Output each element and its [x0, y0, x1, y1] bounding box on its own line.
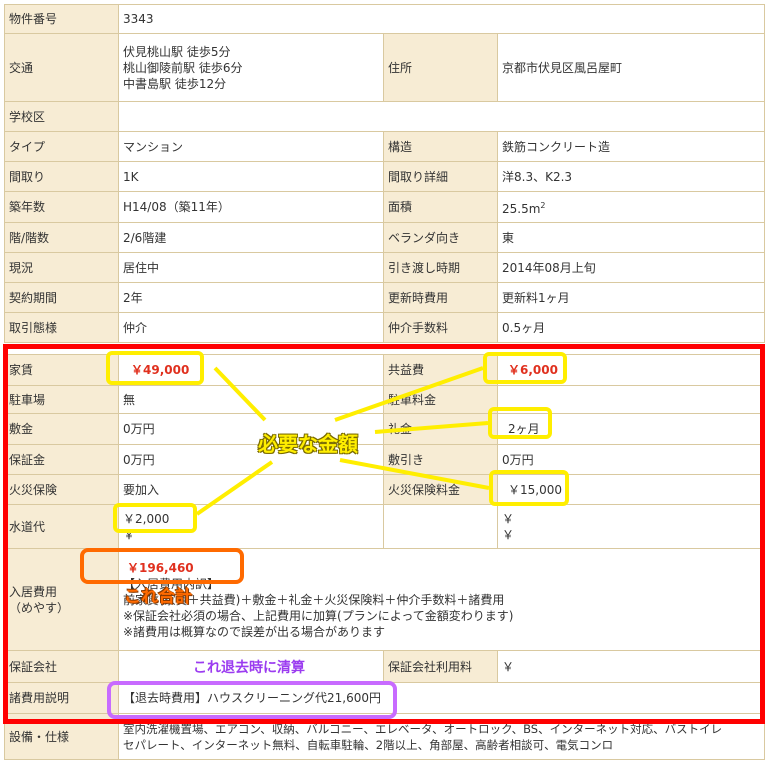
- annotation-total: これ合計: [124, 587, 192, 607]
- value-chiku: H14/08（築11年）: [118, 191, 384, 223]
- label-area: 面積: [383, 191, 498, 223]
- label-genkyo: 現況: [4, 252, 119, 283]
- value-madori-detail: 洋8.3、K2.3: [496, 161, 766, 192]
- label-commission: 仲介手数料: [383, 312, 498, 343]
- value-kotsu: 伏見桃山駅 徒歩5分 桃山御陵前駅 徒歩6分 中書島駅 徒歩12分: [118, 33, 384, 102]
- value-area: 25.5m2: [496, 191, 766, 223]
- row-torihiki: 取引態様 仲介 仲介手数料 0.5ヶ月: [4, 312, 766, 343]
- value-genkyo: 居住中: [118, 252, 384, 283]
- row-kai: 階/階数 2/6階建 ベランダ向き 東: [4, 222, 766, 253]
- setsubi-line-2: セパレート、インターネット無料、自転車駐輪、2階以上、角部屋、高齢者相談可、電気…: [123, 737, 614, 752]
- row-madori: 間取り 1K 間取り詳細 洋8.3、K2.3: [4, 161, 766, 192]
- row-type: タイプ マンション 構造 鉄筋コンクリート造: [4, 131, 766, 162]
- value-handover: 2014年08月上旬: [496, 252, 766, 283]
- value-madori: 1K: [118, 161, 384, 192]
- row-bukken: 物件番号 3343: [4, 4, 766, 34]
- row-genkyo: 現況 居住中 引き渡し時期 2014年08月上旬: [4, 252, 766, 283]
- row-kotsu: 交通 伏見桃山駅 徒歩5分 桃山御陵前駅 徒歩6分 中書島駅 徒歩12分 住所 …: [4, 33, 766, 102]
- label-madori-detail: 間取り詳細: [383, 161, 498, 192]
- label-structure: 構造: [383, 131, 498, 162]
- annotation-move-out: これ退去時に清算: [193, 660, 305, 676]
- row-keiyaku: 契約期間 2年 更新時費用 更新料1ヶ月: [4, 282, 766, 313]
- value-structure: 鉄筋コンクリート造: [496, 131, 766, 162]
- page: 物件番号 3343 交通 伏見桃山駅 徒歩5分 桃山御陵前駅 徒歩6分 中書島駅…: [0, 0, 767, 766]
- row-gakku: 学校区: [4, 101, 766, 132]
- label-renewal: 更新時費用: [383, 282, 498, 313]
- common-fee-highlight: [483, 352, 567, 384]
- label-veranda: ベランダ向き: [383, 222, 498, 253]
- money-section-highlight: [3, 344, 765, 724]
- value-commission: 0.5ヶ月: [496, 312, 766, 343]
- area-unit-sup: 2: [540, 200, 546, 210]
- rent-highlight: [106, 351, 204, 385]
- value-renewal: 更新料1ヶ月: [496, 282, 766, 313]
- value-keiyaku: 2年: [118, 282, 384, 313]
- station-line-1: 伏見桃山駅 徒歩5分: [123, 44, 231, 59]
- station-line-2: 桃山御陵前駅 徒歩6分: [123, 60, 243, 75]
- label-bukken: 物件番号: [4, 4, 119, 34]
- label-madori: 間取り: [4, 161, 119, 192]
- annotation-need: 必要な金額: [258, 432, 358, 456]
- label-address: 住所: [383, 33, 498, 102]
- value-bukken: 3343: [117, 4, 766, 34]
- value-torihiki: 仲介: [118, 312, 384, 343]
- label-keiyaku: 契約期間: [4, 282, 119, 313]
- station-line-3: 中書島駅 徒歩12分: [123, 76, 227, 91]
- reikin-highlight: [488, 407, 552, 439]
- area-number: 25.5m: [502, 201, 541, 216]
- label-chiku: 築年数: [4, 191, 119, 223]
- value-type: マンション: [118, 131, 384, 162]
- label-kotsu: 交通: [4, 33, 119, 102]
- total-highlight: [80, 548, 244, 584]
- value-veranda: 東: [496, 222, 766, 253]
- cleaning-fee-highlight: [107, 681, 397, 719]
- label-torihiki: 取引態様: [4, 312, 119, 343]
- label-gakku: 学校区: [4, 101, 119, 132]
- value-gakku: [117, 101, 766, 132]
- label-kai: 階/階数: [4, 222, 119, 253]
- value-address: 京都市伏見区風呂屋町: [496, 33, 766, 102]
- label-handover: 引き渡し時期: [383, 252, 498, 283]
- label-type: タイプ: [4, 131, 119, 162]
- kasai-fee-highlight: [489, 470, 569, 506]
- suido-highlight: [113, 503, 197, 533]
- value-kai: 2/6階建: [118, 222, 384, 253]
- row-chiku: 築年数 H14/08（築11年） 面積 25.5m2: [4, 191, 766, 223]
